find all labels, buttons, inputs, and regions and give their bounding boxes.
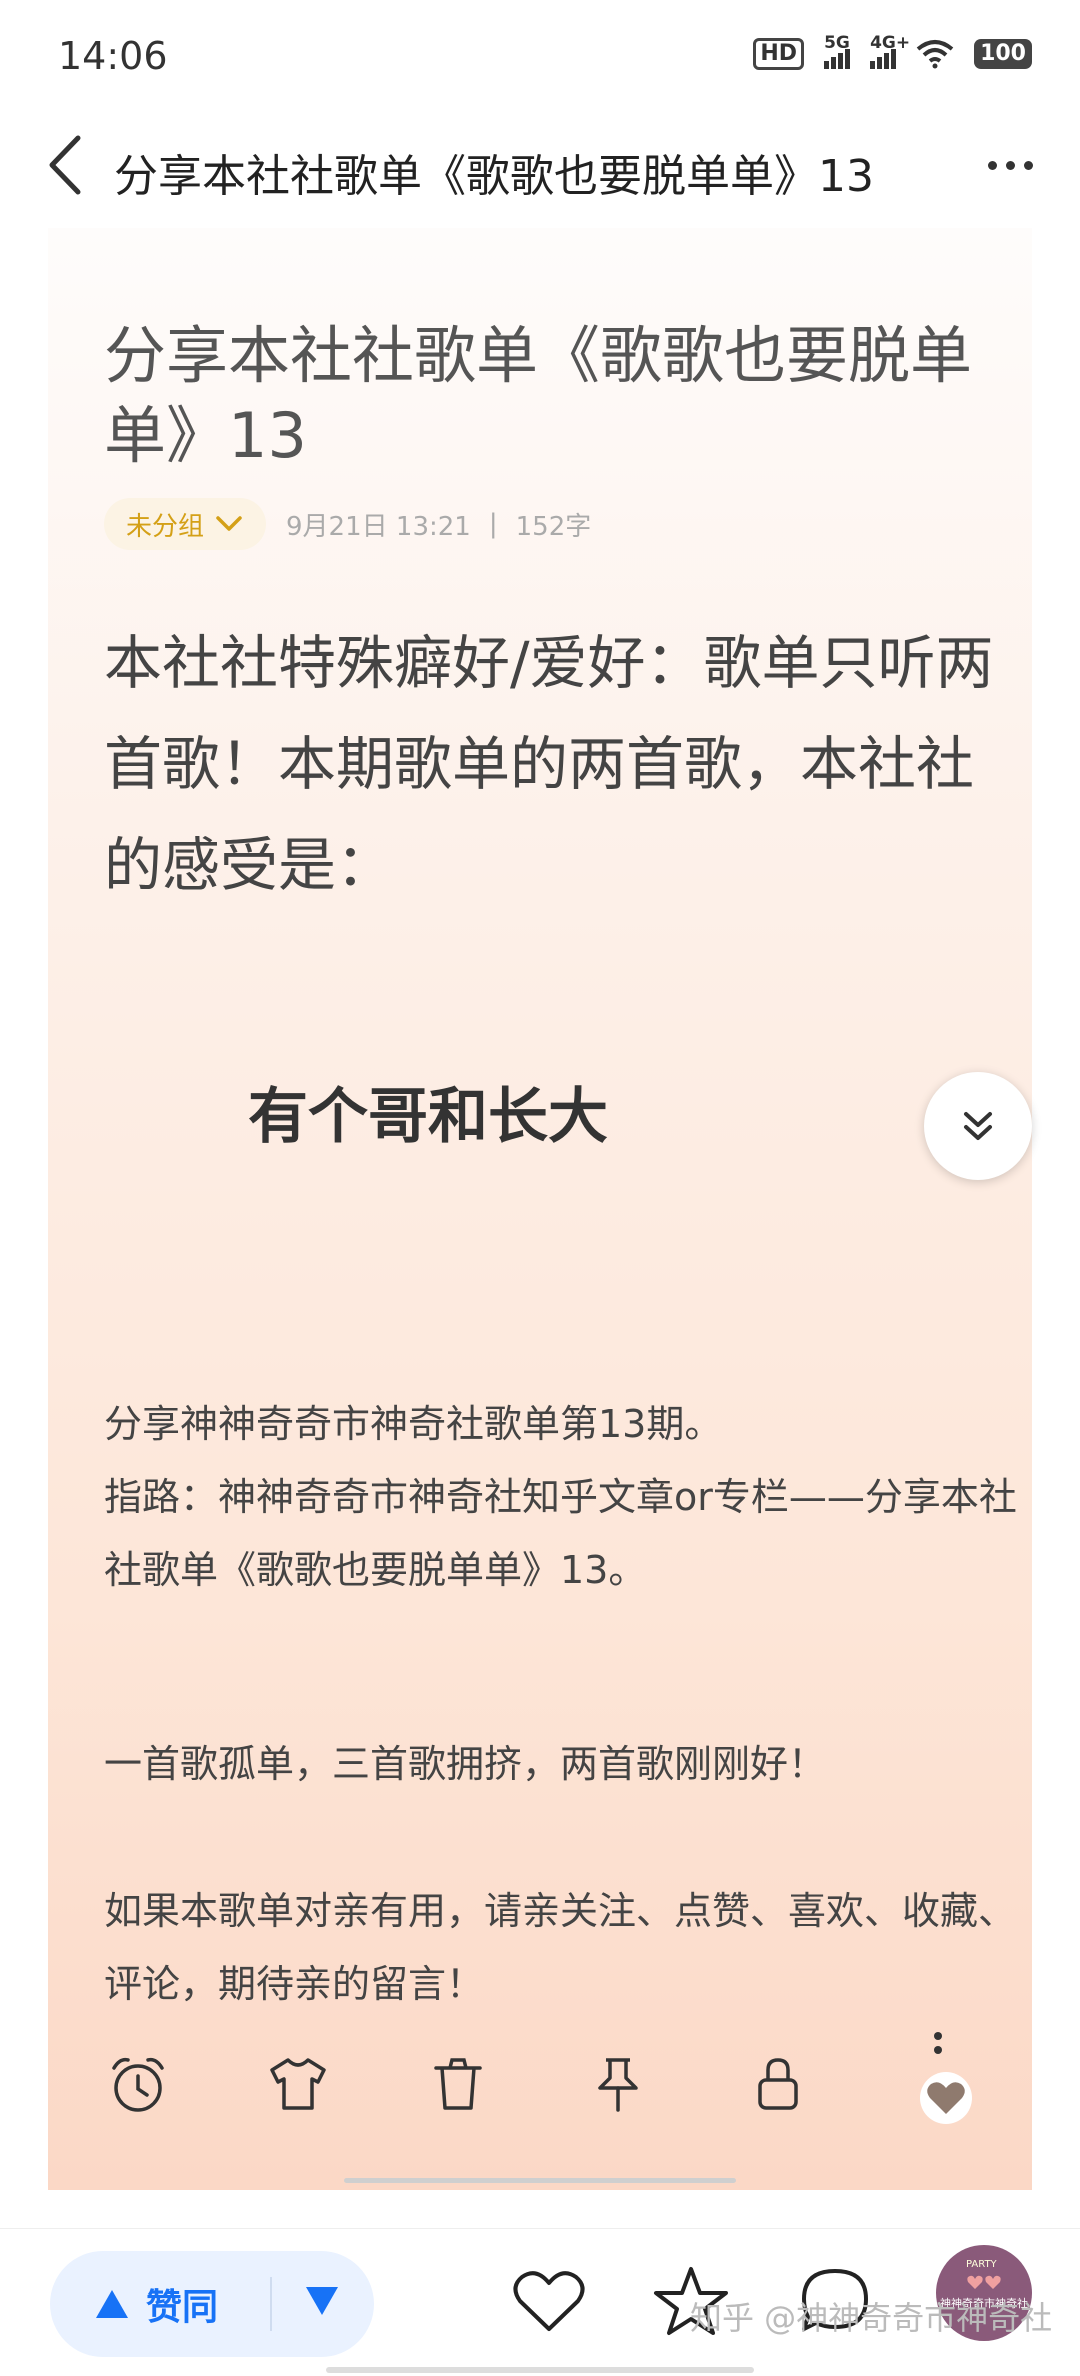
note-toolbar <box>48 2030 1032 2170</box>
more-options-icon[interactable] <box>980 140 1040 190</box>
note-card: 分享本社社歌单《歌歌也要脱单单》13 未分组 9月21日 13:21 | 152… <box>48 228 1032 2190</box>
note-title[interactable]: 分享本社社歌单《歌歌也要脱单单》13 <box>104 316 1004 476</box>
signal-4g-icon: 4G+ <box>870 33 910 69</box>
note-date: 9月21日 13:21 <box>286 511 471 542</box>
hd-badge: HD <box>753 38 805 70</box>
tshirt-icon[interactable] <box>266 2052 330 2116</box>
page-title: 分享本社社歌单《歌歌也要脱单单》13 <box>114 151 874 202</box>
status-icons: HD 5G 4G+ 100 <box>753 33 1032 70</box>
alarm-clock-icon[interactable] <box>106 2052 170 2116</box>
upvote-label: 赞同 <box>146 2287 219 2328</box>
chevron-down-icon <box>216 516 242 531</box>
meta-separator: | <box>488 509 498 539</box>
downvote-button[interactable] <box>304 2285 340 2317</box>
triangle-up-icon <box>96 2290 128 2318</box>
avatar-tag: PARTY <box>966 2259 997 2270</box>
scroll-indicator <box>344 2178 736 2183</box>
group-label: 未分组 <box>126 511 205 542</box>
group-selector[interactable]: 未分组 <box>104 498 267 550</box>
back-arrow-icon[interactable] <box>40 132 100 198</box>
lock-icon[interactable] <box>746 2052 810 2116</box>
pin-icon[interactable] <box>586 2052 650 2116</box>
top-bar: 分享本社社歌单《歌歌也要脱单单》13 <box>0 110 1080 220</box>
signal-5g-icon: 5G <box>824 33 851 69</box>
gesture-bar <box>326 2367 754 2373</box>
note-paragraph[interactable]: 如果本歌单对亲有用，请亲关注、点赞、喜欢、收藏、评论，期待亲的留言！ <box>104 1875 1024 2021</box>
status-time: 14:06 <box>58 34 168 78</box>
watermark: 知乎 @神神奇奇市神奇社 <box>690 2299 1053 2337</box>
word-count: 152字 <box>515 511 592 542</box>
wifi-icon <box>916 40 954 69</box>
note-intro[interactable]: 本社社特殊癖好/爱好：歌单只听两首歌！本期歌单的两首歌，本社社的感受是： <box>104 613 1004 916</box>
vote-pill: 赞同 <box>50 2251 374 2357</box>
vote-divider <box>270 2277 272 2331</box>
upvote-button[interactable]: 赞同 <box>50 2278 218 2330</box>
heart-icon[interactable] <box>510 2265 588 2337</box>
double-chevron-down-icon <box>964 1112 992 1140</box>
note-paragraph[interactable]: 分享神神奇奇市神奇社歌单第13期。 指路：神神奇奇市神奇社知乎文章or专栏——分… <box>104 1388 1024 1607</box>
note-paragraph[interactable]: 一首歌孤单，三首歌拥挤，两首歌刚刚好！ <box>104 1728 1024 1801</box>
avatar-hearts-icon <box>967 2275 1001 2289</box>
bottom-action-bar: 赞同 PARTY 神神奇奇市神奇社 知乎 @神神奇奇市神奇社 <box>0 2228 1080 2376</box>
status-bar: 14:06 HD 5G 4G+ 100 <box>0 0 1080 110</box>
battery-icon: 100 <box>974 39 1032 69</box>
note-meta: 未分组 9月21日 13:21 | 152字 <box>104 498 591 550</box>
song-title[interactable]: 有个哥和长大 <box>248 1068 608 1155</box>
heart-badge-icon <box>920 2072 972 2124</box>
scroll-down-button[interactable] <box>924 1072 1032 1180</box>
trash-icon[interactable] <box>426 2052 490 2116</box>
